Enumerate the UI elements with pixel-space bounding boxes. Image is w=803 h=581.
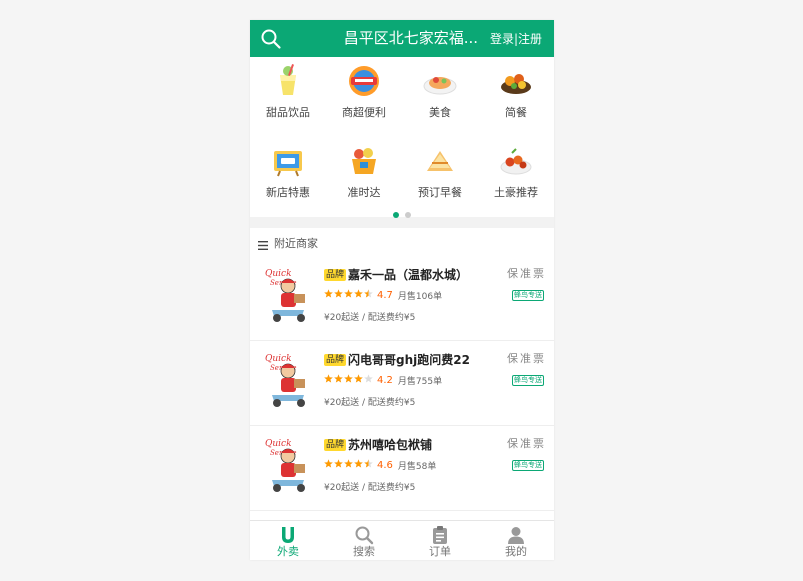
category-meal[interactable]: 简餐 — [478, 61, 554, 129]
star-empty-icon — [364, 373, 373, 383]
rating-value: 4.6 — [377, 460, 393, 471]
search-icon — [354, 525, 374, 545]
carousel-dot-active[interactable] — [393, 212, 399, 218]
shop-logo: QuickService — [264, 434, 314, 494]
on-time-icon — [344, 141, 384, 181]
category-breakfast[interactable]: 预订早餐 — [402, 141, 478, 209]
category-label: 商超便利 — [342, 106, 386, 119]
star-filled-icon — [344, 288, 353, 298]
recommend-icon — [496, 141, 536, 181]
app-screen: 昌平区北七家宏福... 登录|注册 甜品饮品 商超便利 美食 简餐 新店特惠 准… — [250, 20, 554, 560]
star-rating — [324, 458, 374, 471]
carousel-dot[interactable] — [405, 212, 411, 218]
monthly-sales: 月售106单 — [397, 292, 443, 302]
category-new-shop[interactable]: 新店特惠 — [250, 141, 326, 209]
delivery-fee: ¥20起送 / 配送费约¥5 — [324, 398, 416, 408]
shop-name: 嘉禾一品（温都水城） — [348, 268, 469, 282]
food-icon — [420, 61, 460, 101]
rating-row: 4.2 月售755单 — [324, 373, 443, 387]
category-label: 预订早餐 — [418, 186, 462, 199]
location-title[interactable]: 昌平区北七家宏福... — [330, 28, 478, 49]
shop-card[interactable]: QuickService 品牌嘉禾一品（温都水城） 保准票 4.7月售106单 … — [250, 256, 554, 341]
star-filled-icon — [324, 458, 333, 468]
star-rating — [324, 373, 374, 386]
rating-row: 4.7 月售106单 — [324, 288, 443, 302]
star-filled-icon — [354, 373, 363, 383]
tab-profile[interactable]: 我的 — [478, 521, 554, 560]
rating-value: 4.2 — [377, 375, 393, 386]
star-filled-icon — [354, 288, 363, 298]
delivery-badge: 蜂鸟专送 — [512, 460, 544, 471]
shop-tags: 保准票 — [507, 437, 546, 450]
new-shop-icon — [268, 141, 308, 181]
tab-label: 我的 — [505, 545, 527, 558]
takeaway-icon — [278, 525, 298, 545]
login-register-link[interactable]: 登录|注册 — [490, 31, 542, 47]
category-label: 土豪推荐 — [494, 186, 538, 199]
tab-search[interactable]: 搜索 — [326, 521, 402, 560]
tab-label: 外卖 — [277, 545, 299, 558]
meal-icon — [496, 61, 536, 101]
header-bar: 昌平区北七家宏福... 登录|注册 — [250, 20, 554, 57]
shops-section-header: 附近商家 — [258, 236, 318, 252]
star-filled-icon — [344, 458, 353, 468]
svg-text:Quick: Quick — [265, 354, 292, 364]
bottom-tab-bar: 外卖 搜索 订单 我的 — [250, 520, 554, 560]
brand-badge: 品牌 — [324, 438, 347, 451]
search-icon[interactable] — [260, 28, 282, 50]
carousel-indicator — [250, 203, 554, 222]
order-icon — [430, 525, 450, 545]
shop-tags: 保准票 — [507, 352, 546, 365]
star-filled-icon — [334, 373, 343, 383]
shop-logo: QuickService — [264, 264, 314, 324]
monthly-sales: 月售755单 — [397, 377, 443, 387]
star-filled-icon — [334, 288, 343, 298]
nearby-shops: 附近商家 QuickService 品牌嘉禾一品（温都水城） 保准票 4.7月售… — [250, 228, 554, 520]
category-drinks[interactable]: 甜品饮品 — [250, 61, 326, 129]
star-filled-icon — [324, 288, 333, 298]
category-label: 简餐 — [505, 106, 527, 119]
category-recommend[interactable]: 土豪推荐 — [478, 141, 554, 209]
shop-card[interactable]: QuickService 品牌苏州嘻哈包袱铺 保准票 4.6 月售58单 蜂鸟专送… — [250, 426, 554, 511]
shop-card[interactable]: QuickService 品牌闪电哥哥ghj跑问费22 保准票 4.2 月售755… — [250, 341, 554, 426]
section-title: 附近商家 — [274, 237, 318, 250]
category-on-time[interactable]: 准时达 — [326, 141, 402, 209]
rating-value: 4.7 — [377, 290, 393, 301]
brand-badge: 品牌 — [324, 268, 347, 281]
tab-takeaway[interactable]: 外卖 — [250, 521, 326, 560]
drink-icon — [268, 61, 308, 101]
tab-label: 搜索 — [353, 545, 375, 558]
profile-icon — [506, 525, 526, 545]
category-supermarket[interactable]: 商超便利 — [326, 61, 402, 129]
star-filled-icon — [344, 373, 353, 383]
delivery-badge: 蜂鸟专送 — [512, 375, 544, 386]
star-rating — [324, 288, 374, 301]
delivery-badge: 蜂鸟专送 — [512, 290, 544, 301]
brand-badge: 品牌 — [324, 353, 347, 366]
category-label: 美食 — [429, 106, 451, 119]
star-filled-icon — [354, 458, 363, 468]
svg-text:Quick: Quick — [265, 439, 292, 449]
star-filled-icon — [334, 458, 343, 468]
category-food[interactable]: 美食 — [402, 61, 478, 129]
supermarket-icon — [344, 61, 384, 101]
tab-label: 订单 — [429, 545, 451, 558]
breakfast-icon — [420, 141, 460, 181]
tab-orders[interactable]: 订单 — [402, 521, 478, 560]
monthly-sales: 月售58单 — [397, 462, 437, 472]
category-label: 甜品饮品 — [266, 106, 310, 119]
menu-icon — [258, 239, 268, 250]
category-grid: 甜品饮品 商超便利 美食 简餐 新店特惠 准时达 预订早餐 土豪推荐 — [250, 57, 554, 218]
shop-logo: QuickService — [264, 349, 314, 409]
shop-name: 苏州嘻哈包袱铺 — [348, 438, 433, 452]
delivery-fee: ¥20起送 / 配送费约¥5 — [324, 313, 416, 323]
rating-row: 4.6 月售58单 — [324, 458, 437, 472]
category-label: 准时达 — [347, 186, 381, 199]
shop-tags: 保准票 — [507, 267, 546, 280]
delivery-fee: ¥20起送 / 配送费约¥5 — [324, 483, 416, 493]
svg-text:Quick: Quick — [265, 269, 292, 279]
star-filled-icon — [324, 373, 333, 383]
category-label: 新店特惠 — [266, 186, 310, 199]
shop-name: 闪电哥哥ghj跑问费22 — [348, 353, 470, 367]
